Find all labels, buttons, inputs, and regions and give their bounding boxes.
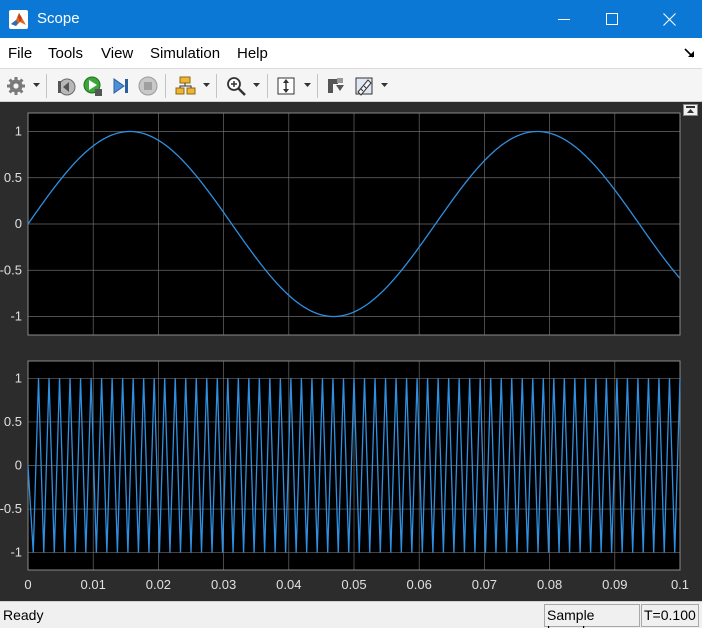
- maximize-button[interactable]: [589, 0, 635, 38]
- zoom-in-icon: [227, 77, 246, 96]
- run-button[interactable]: [81, 74, 105, 98]
- minimize-button[interactable]: [541, 0, 587, 38]
- x-tick-label: 0.02: [146, 577, 171, 592]
- gear-icon: [7, 77, 25, 95]
- y-tick-label: -0.5: [0, 501, 22, 516]
- minimize-icon: [558, 19, 570, 20]
- step-back-icon: [58, 78, 76, 96]
- status-bar: Ready Sample based T=0.100: [0, 601, 702, 628]
- y-tick-label: 0: [15, 216, 22, 231]
- x-tick-label: 0.03: [211, 577, 236, 592]
- y-tick-label: -1: [10, 545, 22, 560]
- x-tick-label: 0.01: [81, 577, 106, 592]
- menu-bar: File Tools View Simulation Help: [0, 38, 702, 69]
- x-tick-label: 0.04: [276, 577, 301, 592]
- menu-tools[interactable]: Tools: [48, 45, 83, 62]
- scope-plot-area: 1 0.5 0 -0.5 -1 1 0.5 0 -0.5 -1 0 0.01 0.02 0.03 0.04…: [0, 102, 702, 601]
- stop-button[interactable]: [136, 74, 160, 98]
- x-tick-label: 0.09: [602, 577, 627, 592]
- toolbar-separator: [267, 74, 268, 98]
- toolbar-separator: [216, 74, 217, 98]
- toolbar-separator: [317, 74, 318, 98]
- display-1: 1 0.5 0 -0.5 -1: [0, 112, 681, 336]
- x-tick-label: 0.1: [671, 577, 689, 592]
- menu-help[interactable]: Help: [237, 45, 268, 62]
- step-forward-icon: [113, 78, 128, 94]
- menu-view[interactable]: View: [101, 45, 133, 62]
- matlab-logo-icon: [9, 10, 28, 29]
- display-2: 1 0.5 0 -0.5 -1 0 0.01 0.02 0.03 0.04 0.05 0.06 0.07…: [0, 360, 689, 592]
- undock-arrow-icon[interactable]: [684, 47, 696, 59]
- measurements-button[interactable]: [352, 74, 376, 98]
- x-tick-label: 0.05: [341, 577, 366, 592]
- signal-selector-button[interactable]: [173, 74, 197, 98]
- title-bar: Scope: [0, 0, 702, 38]
- status-text: Ready: [3, 607, 44, 623]
- toolbar: [0, 69, 702, 102]
- close-button[interactable]: [646, 0, 692, 38]
- highlight-icon: [328, 78, 344, 93]
- menu-simulation[interactable]: Simulation: [150, 45, 220, 62]
- scope-displays: 1 0.5 0 -0.5 -1 1 0.5 0 -0.5 -1 0 0.01 0.02 0.03 0.04…: [0, 112, 689, 592]
- y-tick-label: 0.5: [4, 414, 22, 429]
- chevron-down-icon[interactable]: [203, 82, 210, 88]
- chevron-down-icon[interactable]: [381, 82, 388, 88]
- status-mode: Sample based: [544, 604, 640, 628]
- toolbar-separator: [46, 74, 47, 98]
- signal-selector-icon: [175, 76, 196, 95]
- x-tick-label: 0.07: [472, 577, 497, 592]
- restore-icon: [686, 106, 695, 113]
- window-title: Scope: [37, 10, 80, 27]
- scale-axes-button[interactable]: [274, 74, 298, 98]
- undock-layout-button[interactable]: [683, 104, 698, 116]
- y-tick-label: 1: [15, 370, 22, 385]
- x-tick-label: 0.08: [537, 577, 562, 592]
- toolbar-separator: [165, 74, 166, 98]
- y-tick-label: 1: [15, 124, 22, 139]
- configuration-button[interactable]: [4, 74, 28, 98]
- highlight-simulink-block-button[interactable]: [323, 74, 347, 98]
- run-icon: [83, 76, 102, 96]
- scale-axes-icon: [277, 77, 295, 95]
- y-tick-label: -0.5: [0, 262, 22, 277]
- step-forward-button[interactable]: [108, 74, 132, 98]
- x-tick-label: 0: [24, 577, 31, 592]
- menu-file[interactable]: File: [8, 45, 32, 62]
- step-back-button[interactable]: [54, 74, 78, 98]
- chevron-down-icon[interactable]: [253, 82, 260, 88]
- status-time: T=0.100: [641, 604, 699, 627]
- maximize-icon: [606, 13, 618, 25]
- x-tick-label: 0.06: [407, 577, 432, 592]
- measurement-ruler-icon: [355, 77, 373, 96]
- close-icon: [662, 12, 676, 26]
- chevron-down-icon[interactable]: [304, 82, 311, 88]
- chevron-down-icon[interactable]: [33, 82, 40, 88]
- stop-icon: [138, 76, 158, 96]
- zoom-button[interactable]: [224, 74, 248, 98]
- y-tick-label: 0: [15, 458, 22, 473]
- y-tick-label: -1: [10, 309, 22, 324]
- y-tick-label: 0.5: [4, 170, 22, 185]
